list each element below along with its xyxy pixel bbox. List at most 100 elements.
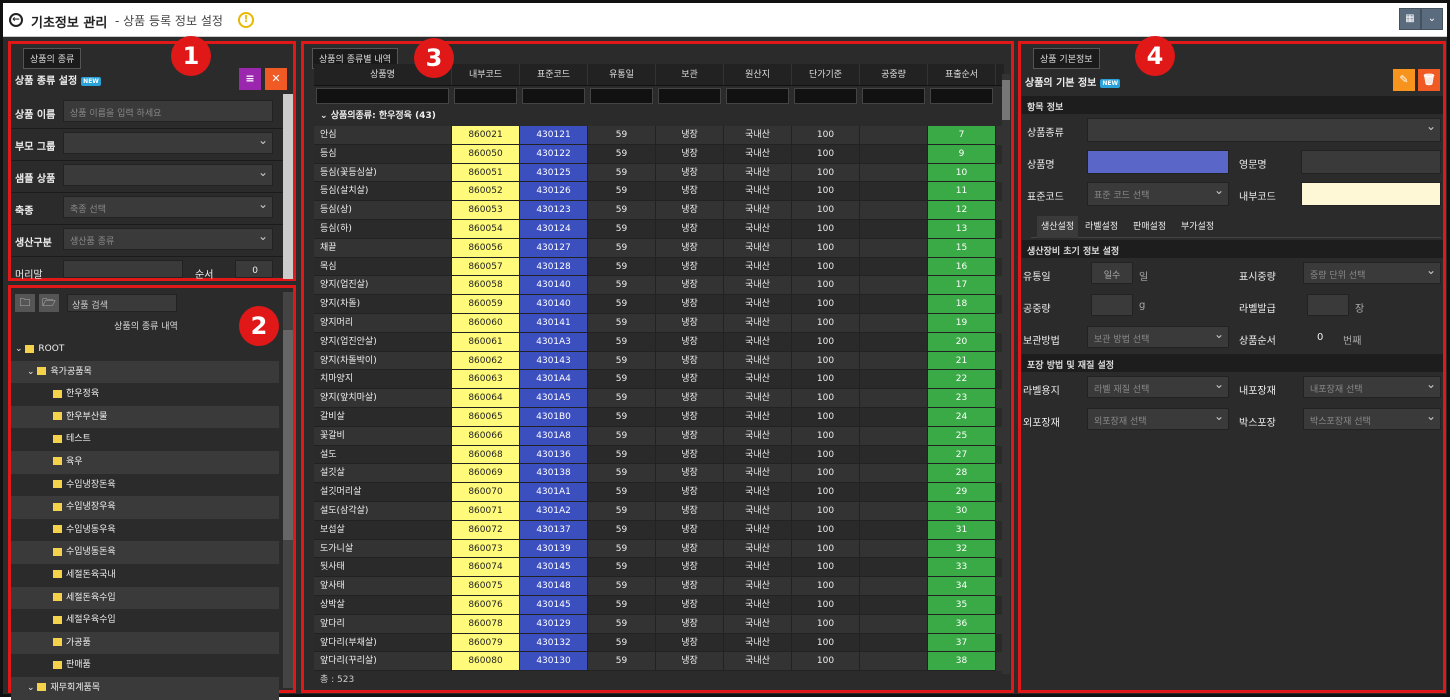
column-filter-input[interactable] bbox=[520, 88, 588, 106]
column-header[interactable]: 표준코드 bbox=[520, 64, 588, 85]
table-row[interactable]: 앞다리(부채살) 860079 430132 59 냉장 국내산 100 37 bbox=[314, 633, 1004, 653]
tree-node[interactable]: 육우 bbox=[11, 450, 279, 474]
tab-product-type[interactable]: 상품의 종류 bbox=[23, 48, 82, 69]
edit-icon[interactable]: ✎ bbox=[1393, 69, 1415, 91]
label-paper-select[interactable]: 라벨 재질 선택 bbox=[1087, 376, 1229, 398]
grid-view-icon[interactable]: ▦ bbox=[1399, 8, 1421, 30]
column-header[interactable]: 보관 bbox=[656, 64, 724, 85]
table-row[interactable]: 등심 860050 430122 59 냉장 국내산 100 9 bbox=[314, 144, 1004, 164]
folder-open-icon[interactable]: 🗁 bbox=[39, 294, 59, 312]
scrollbar[interactable] bbox=[283, 292, 293, 688]
shelf-input[interactable]: 일수 bbox=[1091, 262, 1133, 284]
column-header[interactable]: 내부코드 bbox=[452, 64, 520, 85]
chevron-down-icon[interactable]: ⌄ bbox=[1421, 8, 1443, 30]
column-header[interactable]: 표출순서 bbox=[928, 64, 996, 85]
warning-icon[interactable]: ! bbox=[238, 12, 254, 28]
table-row[interactable]: 설도 860068 430136 59 냉장 국내산 100 27 bbox=[314, 445, 1004, 465]
tree-node[interactable]: 한우정육 bbox=[11, 383, 279, 406]
column-filter-input[interactable] bbox=[860, 88, 928, 106]
product-search-input[interactable]: 상품 검색 bbox=[67, 294, 177, 312]
column-filter-input[interactable] bbox=[792, 88, 860, 106]
table-row[interactable]: 등심(상) 860053 430123 59 냉장 국내산 100 12 bbox=[314, 201, 1004, 220]
column-header[interactable]: 공중량 bbox=[860, 64, 928, 85]
table-row[interactable]: 앞다리(꾸리살) 860080 430130 59 냉장 국내산 100 38 bbox=[314, 652, 1004, 672]
tree-node[interactable]: 세절우육수입 bbox=[11, 609, 279, 632]
delete-icon[interactable]: 🗑 bbox=[1418, 69, 1440, 91]
table-row[interactable]: 등심(하) 860054 430124 59 냉장 국내산 100 13 bbox=[314, 219, 1004, 239]
table-row[interactable]: 치마양지 860063 4301A4 59 냉장 국내산 100 22 bbox=[314, 370, 1004, 390]
chevron-down-icon[interactable]: ⌄ bbox=[27, 367, 37, 377]
table-row[interactable]: 설도(삼각살) 860071 4301A2 59 냉장 국내산 100 30 bbox=[314, 501, 1004, 521]
table-row[interactable]: 설깃살 860069 430138 59 냉장 국내산 100 28 bbox=[314, 464, 1004, 484]
folder-icon[interactable]: 🗀 bbox=[15, 294, 35, 312]
weight-unit-select[interactable]: 중량 단위 선택 bbox=[1303, 262, 1441, 284]
label-issue-input[interactable] bbox=[1307, 294, 1349, 316]
table-row[interactable]: 도가니살 860073 430139 59 냉장 국내산 100 32 bbox=[314, 539, 1004, 559]
column-filter-input[interactable] bbox=[452, 88, 520, 106]
table-row[interactable]: 양지(업진안살) 860061 4301A3 59 냉장 국내산 100 20 bbox=[314, 332, 1004, 352]
tab-product-basic-info[interactable]: 상품 기본정보 bbox=[1033, 48, 1100, 69]
table-row[interactable]: 보섭살 860072 430137 59 냉장 국내산 100 31 bbox=[314, 520, 1004, 540]
column-header[interactable]: 단가기준 bbox=[792, 64, 860, 85]
sub-tab[interactable]: 부가설정 bbox=[1181, 216, 1214, 238]
scrollbar[interactable] bbox=[283, 94, 293, 279]
outer-pack-select[interactable]: 외포장재 선택 bbox=[1087, 408, 1229, 430]
inner-code-input[interactable] bbox=[1301, 182, 1441, 206]
sub-tab[interactable]: 라벨설정 bbox=[1085, 216, 1118, 238]
header-input[interactable] bbox=[63, 260, 183, 278]
tree-node[interactable]: 판매품 bbox=[11, 654, 279, 677]
tare-input[interactable] bbox=[1091, 294, 1133, 316]
product-name-input[interactable]: 상품 이름을 입력 하세요 bbox=[63, 100, 273, 122]
table-row[interactable]: 뒷사태 860074 430145 59 냉장 국내산 100 33 bbox=[314, 558, 1004, 578]
product-order-stepper[interactable]: 0 bbox=[1317, 332, 1323, 343]
tree-node[interactable]: ⌄ 육가공품목 bbox=[11, 360, 279, 384]
inner-pack-select[interactable]: 내포장재 선택 bbox=[1303, 376, 1441, 398]
column-header[interactable]: 유통일 bbox=[588, 64, 656, 85]
table-row[interactable]: 앞다리 860078 430129 59 냉장 국내산 100 36 bbox=[314, 614, 1004, 634]
column-filter-input[interactable] bbox=[724, 88, 792, 106]
table-row[interactable]: 앞사태 860075 430148 59 냉장 국내산 100 34 bbox=[314, 577, 1004, 596]
product-name-input[interactable] bbox=[1087, 150, 1229, 174]
eng-name-input[interactable] bbox=[1301, 150, 1441, 174]
production-select[interactable]: 생산품 종류 bbox=[63, 228, 273, 250]
table-row[interactable]: 양지머리 860060 430141 59 냉장 국내산 100 19 bbox=[314, 313, 1004, 333]
group-row[interactable]: ⌄ 상품의종류: 한우정육 (43) bbox=[314, 106, 1004, 126]
table-row[interactable]: 목심 860057 430128 59 냉장 국내산 100 16 bbox=[314, 257, 1004, 277]
species-select[interactable]: 축종 선택 bbox=[63, 196, 273, 218]
box-pack-select[interactable]: 박스포장재 선택 bbox=[1303, 408, 1441, 430]
table-row[interactable]: 채끝 860056 430127 59 냉장 국내산 100 15 bbox=[314, 238, 1004, 258]
scrollbar[interactable] bbox=[1002, 74, 1010, 674]
tree-node[interactable]: 세절돈육국내 bbox=[11, 564, 279, 587]
parent-group-select[interactable] bbox=[63, 132, 273, 154]
std-code-select[interactable]: 표준 코드 선택 bbox=[1087, 182, 1229, 206]
table-row[interactable]: 꽃갈비 860066 4301A8 59 냉장 국내산 100 25 bbox=[314, 426, 1004, 446]
table-row[interactable]: 양지(업진살) 860058 430140 59 냉장 국내산 100 17 bbox=[314, 276, 1004, 296]
tree-node[interactable]: 수입냉동돈육 bbox=[11, 541, 279, 564]
tree-node[interactable]: 가공품 bbox=[11, 631, 279, 655]
table-row[interactable]: 양지(차돌) 860059 430140 59 냉장 국내산 100 18 bbox=[314, 295, 1004, 314]
table-row[interactable]: 설깃머리살 860070 4301A1 59 냉장 국내산 100 29 bbox=[314, 483, 1004, 502]
edit-list-icon[interactable]: ≡ bbox=[239, 68, 261, 90]
product-kind-select[interactable] bbox=[1087, 118, 1441, 142]
tree-node[interactable]: ⌄ ROOT bbox=[11, 338, 279, 361]
chevron-down-icon[interactable]: ⌄ bbox=[15, 344, 25, 354]
tree-node[interactable]: 수입냉장돈육 bbox=[11, 474, 279, 497]
table-row[interactable]: 등심(살치살) 860052 430126 59 냉장 국내산 100 11 bbox=[314, 182, 1004, 202]
column-filter-input[interactable] bbox=[588, 88, 656, 106]
order-stepper[interactable]: 0 bbox=[235, 260, 273, 278]
tree-node[interactable]: 한우부산물 bbox=[11, 405, 279, 429]
column-header[interactable]: 원산지 bbox=[724, 64, 792, 85]
sub-tab[interactable]: 생산설정 bbox=[1037, 216, 1079, 238]
column-filter-input[interactable] bbox=[314, 88, 452, 106]
table-row[interactable]: 양지(앞치마살) 860064 4301A5 59 냉장 국내산 100 23 bbox=[314, 389, 1004, 408]
table-row[interactable]: 갈비살 860065 4301B0 59 냉장 국내산 100 24 bbox=[314, 407, 1004, 427]
table-row[interactable]: 등심(꽃등심살) 860051 430125 59 냉장 국내산 100 10 bbox=[314, 163, 1004, 183]
tree-node[interactable]: 테스트 bbox=[11, 428, 279, 451]
tree-node[interactable]: 세절돈육수입 bbox=[11, 586, 279, 610]
tree-node[interactable]: 수입냉장우육 bbox=[11, 496, 279, 519]
sample-product-select[interactable] bbox=[63, 164, 273, 186]
column-filter-input[interactable] bbox=[656, 88, 724, 106]
table-row[interactable]: 안심 860021 430121 59 냉장 국내산 100 7 bbox=[314, 126, 1004, 145]
sub-tab[interactable]: 판매설정 bbox=[1133, 216, 1166, 238]
tree-node[interactable]: 수입냉동우육 bbox=[11, 519, 279, 542]
